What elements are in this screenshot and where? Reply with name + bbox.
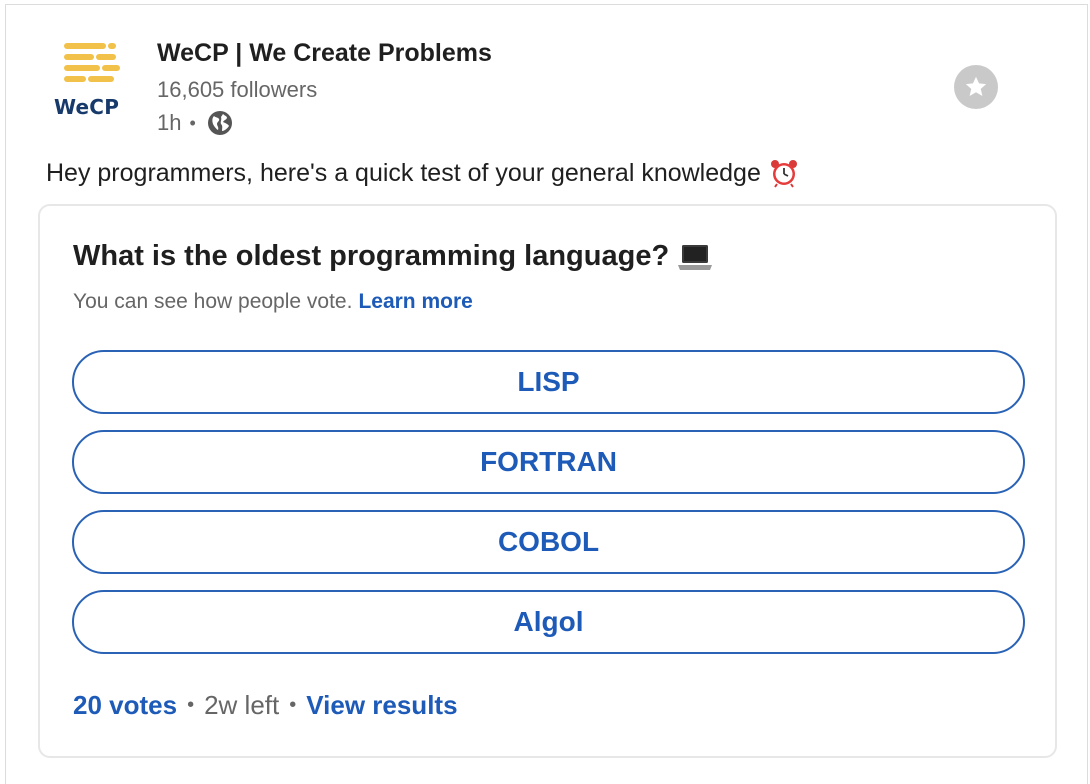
poll-option-algol[interactable]: Algol	[72, 590, 1025, 654]
poll-disclaimer-text: You can see how people vote.	[73, 290, 353, 313]
post-time: 1h	[157, 110, 182, 135]
logo-mark-icon	[64, 43, 120, 82]
poll-question: What is the oldest programming language?	[73, 240, 713, 273]
poll-question-text: What is the oldest programming language?	[73, 240, 670, 272]
poll-option-lisp[interactable]: LISP	[72, 350, 1025, 414]
vote-count-link[interactable]: 20 votes	[73, 690, 177, 721]
poll-option-cobol[interactable]: COBOL	[72, 510, 1025, 574]
view-results-link[interactable]: View results	[306, 690, 457, 721]
alarm-clock-icon	[770, 160, 797, 188]
follower-count: 16,605 followers	[157, 77, 318, 102]
footer-separator: •	[187, 694, 195, 716]
post-body: Hey programmers, here's a quick test of …	[46, 158, 799, 188]
time-left: 2w left	[204, 690, 280, 720]
post-text: Hey programmers, here's a quick test of …	[46, 158, 761, 187]
globe-icon	[207, 111, 232, 135]
meta-separator: •	[189, 112, 196, 133]
learn-more-link[interactable]: Learn more	[358, 290, 472, 313]
poll-footer: 20 votes • 2w left • View results	[73, 690, 458, 721]
company-name[interactable]: WeCP | We Create Problems	[157, 39, 492, 68]
poll-disclaimer: You can see how people vote. Learn more	[73, 290, 473, 314]
footer-separator: •	[289, 694, 297, 716]
poll-card: What is the oldest programming language?…	[38, 204, 1057, 758]
company-logo[interactable]: WeCP	[46, 39, 142, 123]
star-icon	[965, 76, 987, 96]
laptop-icon	[678, 244, 713, 270]
follow-button[interactable]	[954, 65, 998, 109]
post-meta: 1h •	[157, 108, 235, 138]
poll-option-fortran[interactable]: FORTRAN	[72, 430, 1025, 494]
logo-text: WeCP	[54, 95, 120, 119]
